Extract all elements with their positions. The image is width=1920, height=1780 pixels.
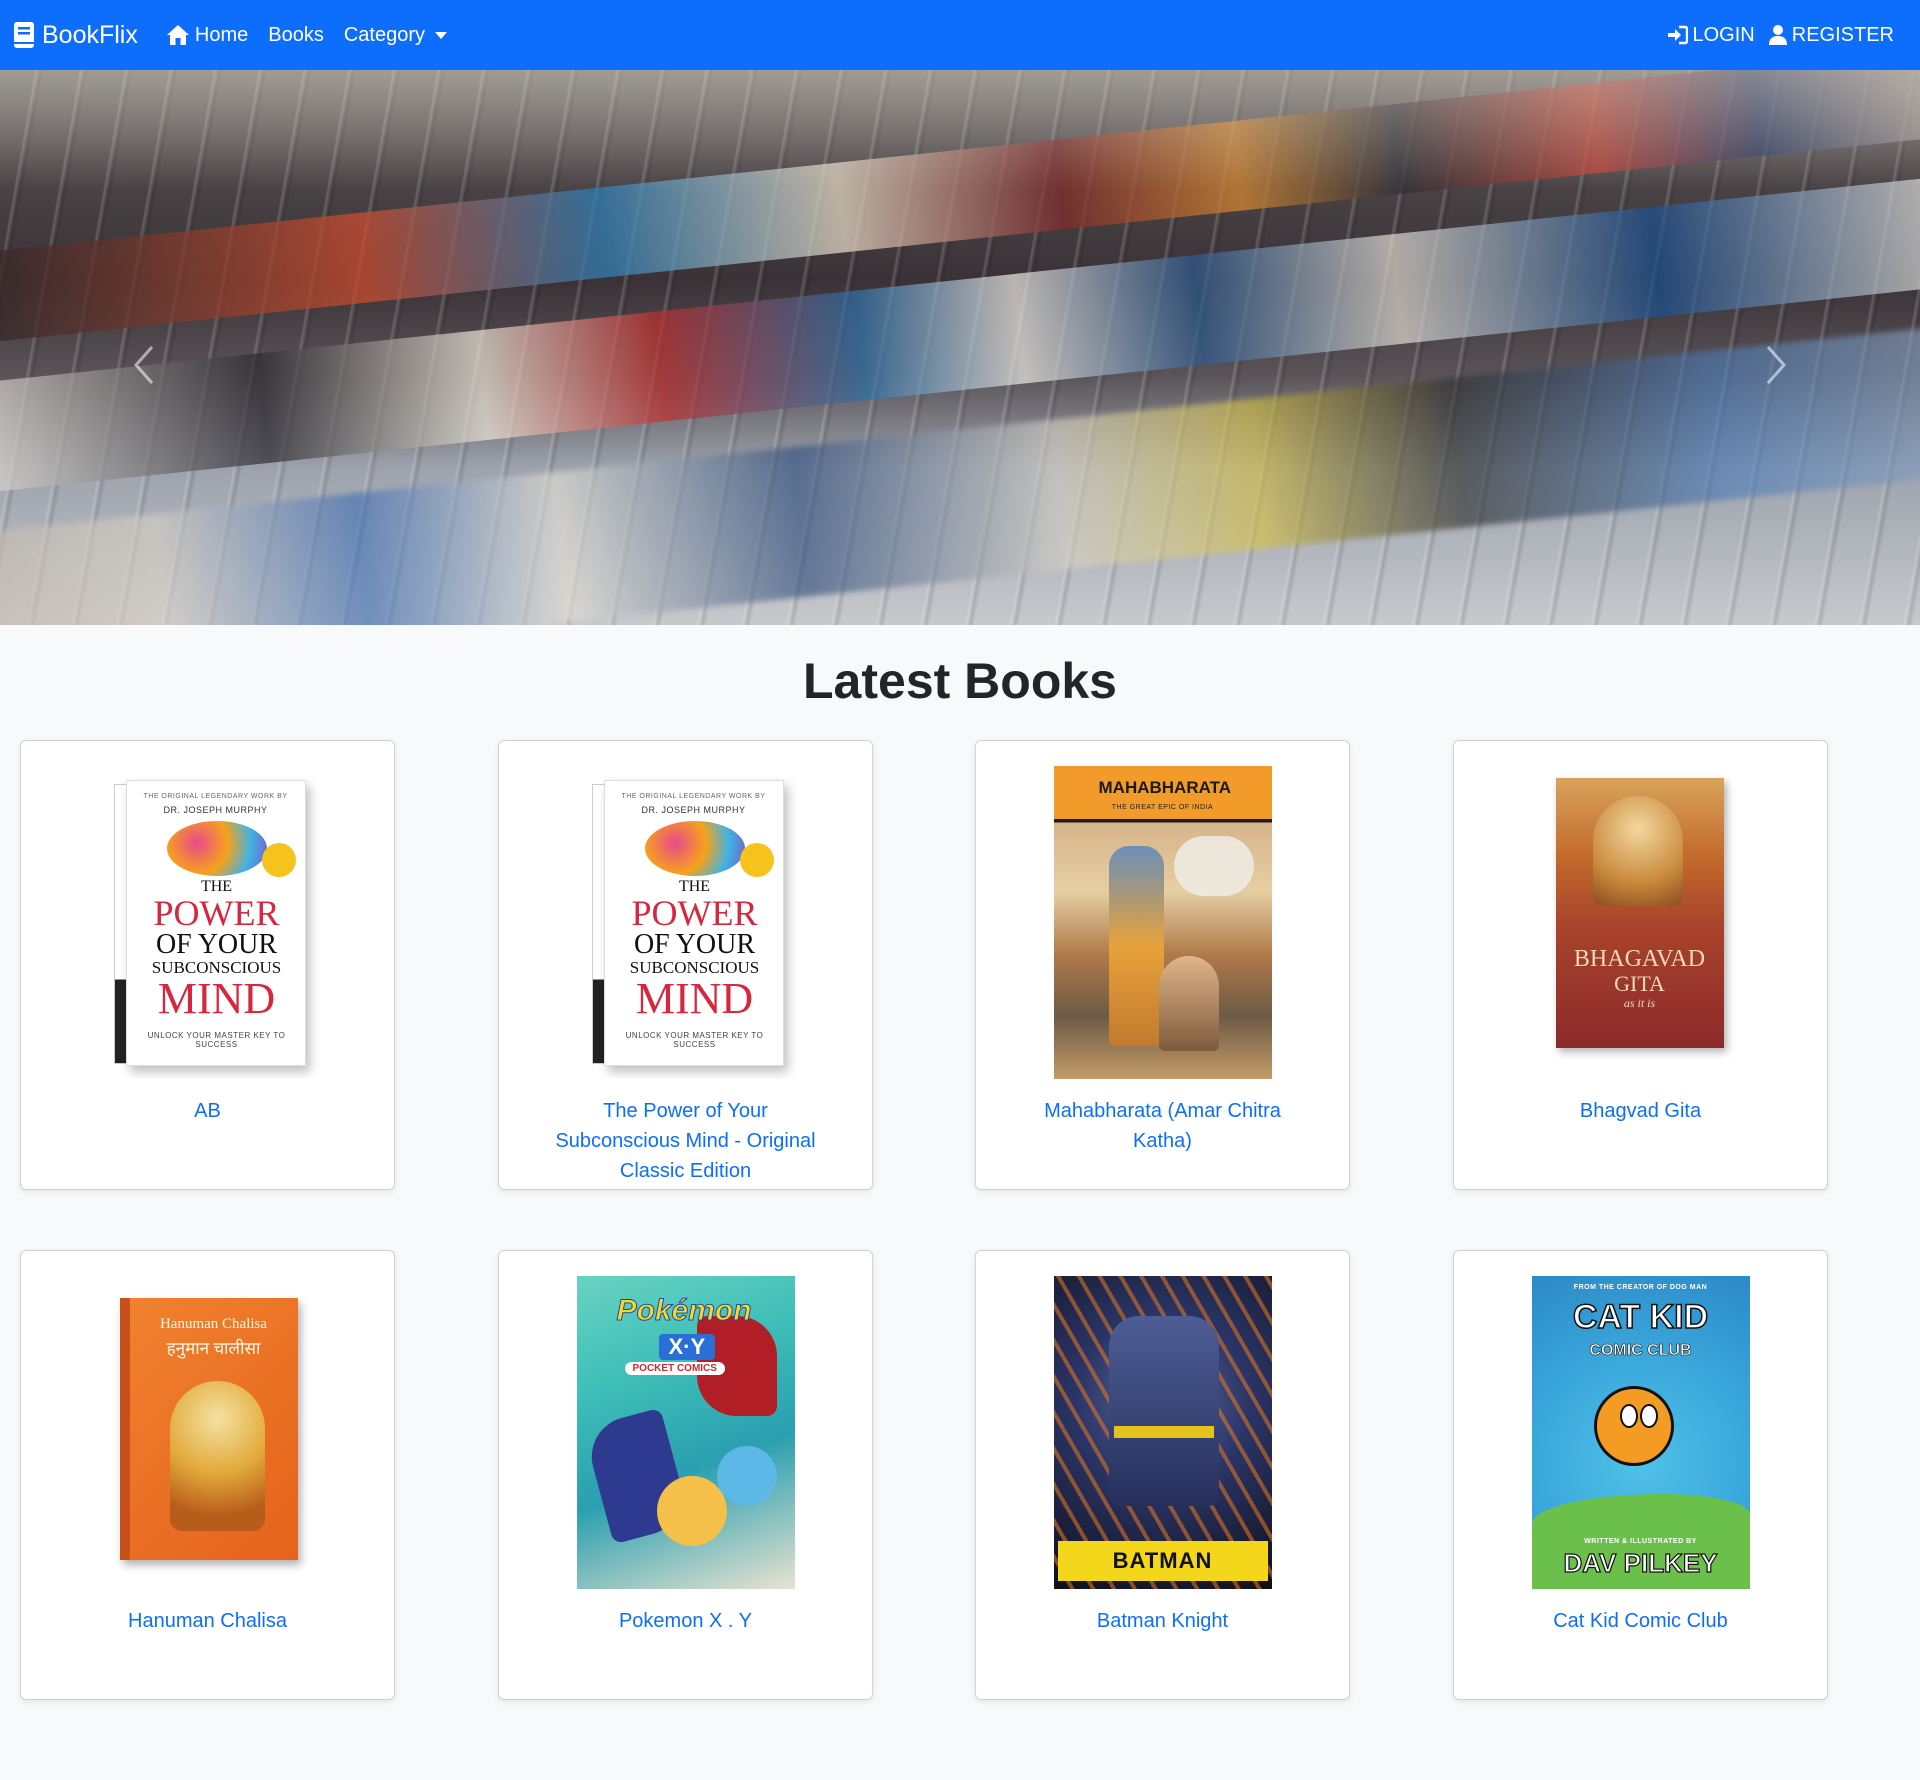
home-icon: [166, 25, 189, 45]
cover-title-line: BHAGAVAD: [1573, 946, 1706, 972]
cover-text: THE ORIGINAL LEGENDARY WORK BY: [143, 793, 288, 800]
cover-title-line: POWER: [631, 893, 758, 933]
navbar: BookFlix Home Books Category LOGIN REGIS…: [0, 0, 1920, 70]
book-title-link[interactable]: Cat Kid Comic Club: [1494, 1606, 1787, 1636]
book-cover[interactable]: BHAGAVAD GITA as it is: [1517, 766, 1764, 1079]
book-icon: [14, 22, 34, 48]
book-cover[interactable]: Pokémon X·Y POCKET COMICS: [576, 1276, 795, 1589]
nav-home-label: Home: [194, 23, 249, 46]
nav-home[interactable]: Home: [166, 24, 248, 47]
cover-art-belt: [1113, 1426, 1214, 1438]
cover-tagline: UNLOCK YOUR MASTER KEY TO SUCCESS: [147, 1031, 286, 1049]
cover-title: BATMAN KNIGHTFALL: [1057, 1541, 1268, 1589]
chevron-left-icon: [133, 346, 154, 384]
cover-art: [1592, 796, 1683, 906]
cover-art-hanuman: [169, 1381, 265, 1531]
book-face: THE ORIGINAL LEGENDARY WORK BY DR. JOSEP…: [603, 780, 784, 1066]
cover-author: DR. JOSEPH MURPHY: [163, 805, 268, 815]
book-title-link[interactable]: AB: [61, 1096, 354, 1126]
cover-art-eye: [1639, 1404, 1658, 1428]
nav-category-dropdown[interactable]: Category: [344, 24, 447, 47]
carousel-next-button[interactable]: [1756, 335, 1796, 395]
cover-logo: Pokémon: [616, 1294, 752, 1328]
cover-subtitle: THE GREAT EPIC OF INDIA: [1111, 804, 1214, 811]
register-label: REGISTER: [1791, 23, 1894, 46]
cover-badge: [261, 843, 296, 877]
cover-byline: WRITTEN & ILLUSTRATED BY: [1584, 1538, 1697, 1545]
cover-art-eye: [1619, 1404, 1638, 1428]
hero-carousel: [0, 70, 1920, 625]
book-title-link[interactable]: Hanuman Chalisa: [61, 1606, 354, 1636]
book-cover[interactable]: THE ORIGINAL LEGENDARY WORK BY DR. JOSEP…: [541, 766, 830, 1079]
cover-title-line: हनुमान चालीसा: [166, 1339, 261, 1358]
cover-subtitle: COMIC CLUB: [1589, 1342, 1692, 1360]
book-card: MAHABHARATA THE GREAT EPIC OF INDIA Maha…: [975, 740, 1350, 1190]
book-cover[interactable]: BATMAN KNIGHTFALL: [1053, 1276, 1272, 1589]
cover-art: [166, 821, 267, 876]
book-card: BATMAN KNIGHTFALL Batman Knight: [975, 1250, 1350, 1700]
caret-down-icon: [434, 31, 447, 39]
book-card: THE ORIGINAL LEGENDARY WORK BY DR. JOSEP…: [498, 740, 873, 1190]
book-card: Pokémon X·Y POCKET COMICS Pokemon X . Y: [498, 1250, 873, 1700]
section-title: Latest Books: [803, 653, 1117, 709]
book-cover[interactable]: MAHABHARATA THE GREAT EPIC OF INDIA: [1053, 766, 1272, 1079]
sign-in-icon: [1667, 25, 1688, 45]
cover-text: THE ORIGINAL LEGENDARY WORK BY: [621, 793, 766, 800]
book-cover[interactable]: THE ORIGINAL LEGENDARY WORK BY DR. JOSEP…: [63, 766, 352, 1079]
nav-category-label: Category: [343, 23, 425, 46]
cover-title-line: as it is: [1623, 996, 1656, 1010]
book-title-link[interactable]: Batman Knight: [1016, 1606, 1309, 1636]
user-icon: [1768, 25, 1787, 45]
login-link[interactable]: LOGIN: [1666, 24, 1755, 47]
login-label: LOGIN: [1692, 23, 1755, 46]
nav-main: Home Books Category: [166, 24, 447, 47]
brand-name: BookFlix: [42, 20, 138, 49]
cover-art-krishna: [1108, 846, 1164, 1046]
cover-author: DAV PILKEY: [1563, 1547, 1718, 1578]
book-title-link[interactable]: Pokemon X . Y: [539, 1606, 832, 1636]
cover-title-line: POWER: [153, 893, 280, 933]
book-spine: [119, 1298, 130, 1560]
cover-art-horses: [1173, 836, 1254, 896]
cover-art-froakie: [716, 1446, 777, 1506]
book-face: THE ORIGINAL LEGENDARY WORK BY DR. JOSEP…: [125, 780, 306, 1066]
cover-title-line: MIND: [157, 974, 276, 1023]
book-card: THE ORIGINAL LEGENDARY WORK BY DR. JOSEP…: [20, 740, 395, 1190]
cover-art: [644, 821, 745, 876]
carousel-prev-button[interactable]: [124, 335, 164, 395]
cover-art-batman: [1108, 1316, 1219, 1506]
cover-series: POCKET COMICS: [624, 1362, 725, 1375]
cover-title: MAHABHARATA: [1098, 778, 1232, 797]
brand-link[interactable]: BookFlix: [14, 21, 138, 50]
cover-title-line: OF YOUR: [155, 929, 278, 960]
book-title-link[interactable]: Mahabharata (Amar Chitra Katha): [1016, 1096, 1309, 1156]
cover-title-line: Hanuman Chalisa: [159, 1316, 268, 1332]
register-link[interactable]: REGISTER: [1768, 23, 1894, 47]
book-card: BHAGAVAD GITA as it is Bhagvad Gita: [1453, 740, 1828, 1190]
cover-title-line: MIND: [635, 974, 754, 1023]
book-title-link[interactable]: Bhagvad Gita: [1494, 1096, 1787, 1126]
cover-title-line: OF YOUR: [633, 929, 756, 960]
cover-tagline: UNLOCK YOUR MASTER KEY TO SUCCESS: [625, 1031, 764, 1049]
book-card: Hanuman Chalisa हनुमान चालीसा Hanuman Ch…: [20, 1250, 395, 1700]
cover-art-cat: [1593, 1386, 1674, 1466]
cover-author: DR. JOSEPH MURPHY: [641, 805, 746, 815]
cover-subtitle: X·Y: [658, 1334, 716, 1360]
chevron-right-icon: [1766, 346, 1787, 384]
cover-art-arjuna: [1158, 956, 1219, 1051]
hero-image-overlay: [0, 70, 1920, 190]
nav-auth: LOGIN REGISTER: [1666, 24, 1907, 47]
book-title-link[interactable]: The Power of Your Subconscious Mind - Or…: [539, 1096, 832, 1186]
cover-title: CAT KID: [1572, 1297, 1709, 1337]
cover-art-fennekin: [656, 1476, 727, 1546]
book-cover[interactable]: Hanuman Chalisa हनुमान चालीसा: [89, 1276, 326, 1589]
nav-books[interactable]: Books: [268, 24, 324, 47]
cover-text: FROM THE CREATOR OF DOG MAN: [1573, 1284, 1708, 1291]
cover-title-line: GITA: [1614, 971, 1665, 996]
book-card: FROM THE CREATOR OF DOG MAN CAT KID COMI…: [1453, 1250, 1828, 1700]
book-cover[interactable]: FROM THE CREATOR OF DOG MAN CAT KID COMI…: [1531, 1276, 1750, 1589]
cover-badge: [739, 843, 774, 877]
